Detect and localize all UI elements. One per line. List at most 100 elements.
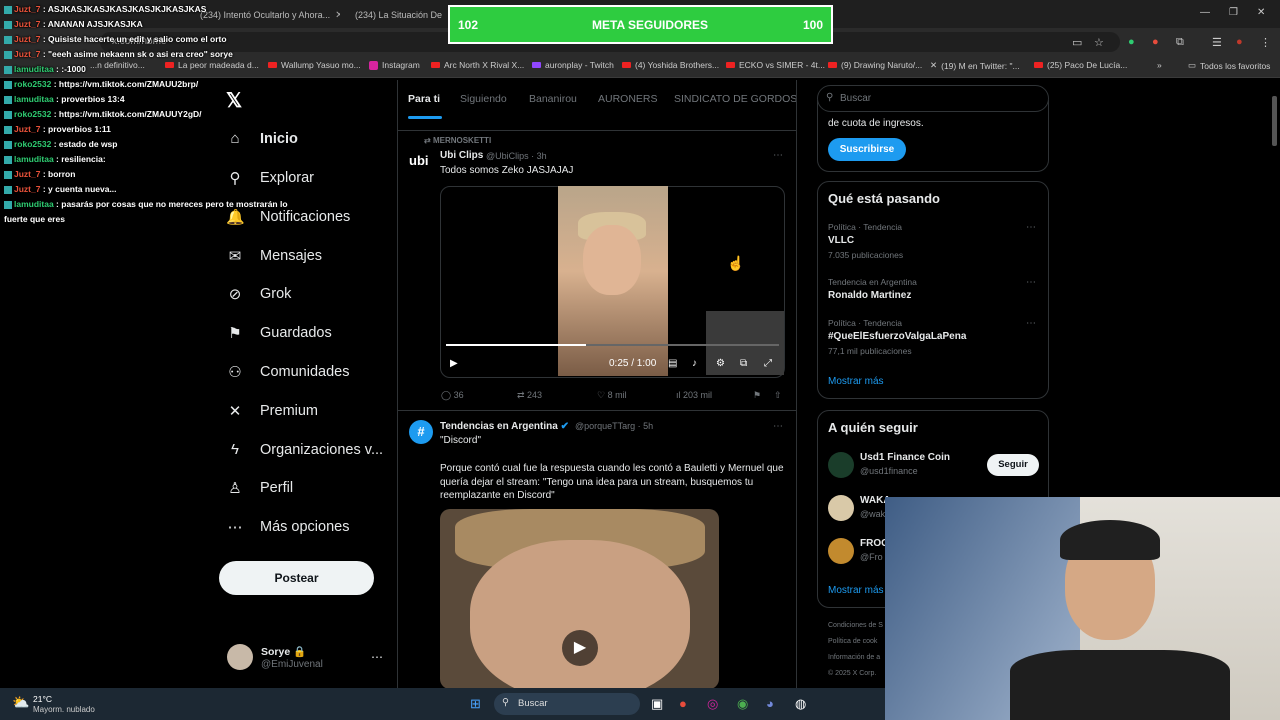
chat-separator: :: [51, 139, 59, 149]
goal-target: 100: [802, 18, 823, 32]
avatar[interactable]: ubi: [409, 153, 433, 177]
pip-icon[interactable]: ⧉: [740, 358, 747, 369]
bookmark[interactable]: Instagram: [369, 60, 420, 70]
show-more-link[interactable]: Mostrar más: [828, 376, 884, 387]
avatar[interactable]: [828, 538, 854, 564]
minimize-icon[interactable]: —: [1200, 7, 1210, 18]
more-icon[interactable]: ⋯: [1026, 277, 1036, 288]
x-icon: ✕: [930, 60, 938, 70]
close-icon[interactable]: ✕: [335, 10, 340, 21]
trend-name[interactable]: #QueElEsfuerzoValgaLaPena: [828, 331, 966, 342]
bookmark-icon[interactable]: ⚑: [753, 390, 761, 401]
subscribe-button[interactable]: Suscribirse: [828, 138, 906, 161]
instagram-icon[interactable]: ◎: [707, 696, 718, 712]
video-frame: [583, 225, 641, 295]
like-button[interactable]: ♡ 8 mil: [597, 390, 627, 401]
show-more-link[interactable]: Mostrar más: [828, 585, 884, 596]
sidebar-item-organizaciones[interactable]: ϟ Organizaciones v...: [226, 441, 383, 458]
discord-icon[interactable]: ◕: [766, 696, 774, 711]
bookmark[interactable]: ✕ (19) M en Twitter: "...: [930, 60, 1020, 71]
bookmark[interactable]: auronplay - Twitch: [532, 60, 614, 70]
more-icon[interactable]: ⋯: [773, 150, 783, 161]
footer-link[interactable]: Política de cook: [828, 638, 877, 645]
tab-auroners[interactable]: AURONERS: [598, 93, 658, 105]
post-quote: "Discord": [440, 435, 481, 446]
play-icon[interactable]: ▶: [450, 358, 458, 369]
close-window-icon[interactable]: ✕: [1257, 7, 1265, 18]
task-view-icon[interactable]: ▣: [651, 696, 663, 712]
bookmark[interactable]: ECKO vs SIMER - 4t...: [726, 60, 825, 70]
taskbar-search[interactable]: ⚲ Buscar: [494, 693, 640, 715]
author-handle[interactable]: @porqueTTarg · 5h: [575, 421, 653, 431]
captions-icon[interactable]: ▤: [668, 358, 677, 369]
bookmark[interactable]: (9) Drawing Naruto/...: [828, 60, 922, 70]
author-name[interactable]: Tendencias en Argentina ✔: [440, 421, 569, 432]
bookmark-icon: ⚑: [228, 325, 242, 342]
fullscreen-icon[interactable]: ⤢: [764, 358, 772, 369]
more-icon[interactable]: ⋯: [371, 650, 383, 664]
more-icon[interactable]: ⋯: [1026, 318, 1036, 329]
menu-icon[interactable]: ⋮: [1260, 36, 1271, 49]
browser-tab[interactable]: (234) La Situación De M...: [350, 4, 445, 26]
tab-siguiendo[interactable]: Siguiendo: [460, 93, 507, 105]
account-name[interactable]: Sorye 🔒: [261, 645, 306, 658]
star-icon[interactable]: ☆: [1094, 36, 1104, 49]
views-button[interactable]: ıl 203 mil: [676, 390, 712, 400]
app-icon[interactable]: ◍: [795, 696, 806, 712]
tab-bananirou[interactable]: Bananirou: [529, 93, 577, 105]
bookmark[interactable]: (4) Yoshida Brothers...: [622, 60, 719, 70]
windows-start-icon[interactable]: ⊞: [470, 696, 481, 712]
chat-badge-icon: [4, 170, 12, 179]
footer-link[interactable]: Condiciones de S: [828, 622, 883, 629]
webcam-person: [1060, 520, 1160, 560]
sidebar-item-mensajes[interactable]: ✉ Mensajes: [226, 247, 322, 265]
scrollbar[interactable]: [1272, 96, 1277, 146]
trend-name[interactable]: Ronaldo Martinez: [828, 290, 911, 301]
follow-button[interactable]: Seguir: [987, 454, 1039, 476]
tab-para-ti[interactable]: Para ti: [408, 93, 440, 105]
chevron-right-icon[interactable]: »: [1157, 60, 1162, 70]
bookmark[interactable]: (25) Paco De Lucía...: [1034, 60, 1127, 70]
sidebar-item-perfil[interactable]: ♙ Perfil: [226, 479, 293, 497]
more-icon[interactable]: ⋯: [773, 421, 783, 432]
reply-button[interactable]: ◯ 36: [441, 390, 464, 401]
footer-link[interactable]: Información de a: [828, 654, 880, 661]
follow-name[interactable]: Usd1 Finance Coin: [860, 452, 950, 463]
chat-badge-icon: [4, 125, 12, 134]
chrome-icon[interactable]: ◉: [737, 696, 748, 712]
weather-icon[interactable]: ⛅: [12, 694, 29, 711]
extension-icon[interactable]: ●: [1128, 36, 1135, 48]
author-handle[interactable]: @UbiClips · 3h: [486, 151, 547, 161]
sidebar-item-mas-opciones[interactable]: ⋯ Más opciones: [226, 518, 350, 536]
app-icon[interactable]: ●: [679, 696, 687, 711]
more-icon[interactable]: ⋯: [1026, 222, 1036, 233]
chat-badge-icon: [4, 80, 12, 89]
share-icon[interactable]: ⇧: [774, 390, 782, 401]
sidebar-item-grok[interactable]: ⊘ Grok: [226, 285, 292, 303]
sidebar-item-comunidades[interactable]: ⚇ Comunidades: [226, 363, 349, 381]
profile-icon[interactable]: ●: [1236, 36, 1243, 48]
repost-button[interactable]: ⇄ 243: [517, 390, 542, 401]
all-bookmarks[interactable]: ▭ Todos los favoritos: [1188, 60, 1270, 71]
cast-icon[interactable]: ▭: [1072, 36, 1082, 49]
weather-temp[interactable]: 21°C: [33, 694, 52, 704]
post-button[interactable]: Postear: [219, 561, 374, 595]
author-name[interactable]: Ubi Clips: [440, 150, 483, 161]
trend-name[interactable]: VLLC: [828, 235, 854, 246]
media-icon[interactable]: ☰: [1212, 36, 1222, 49]
volume-icon[interactable]: ♪: [692, 358, 697, 369]
sidebar-item-premium[interactable]: ✕ Premium: [226, 402, 318, 420]
extension-icon[interactable]: ●: [1152, 36, 1159, 48]
extensions-icon[interactable]: ⧉: [1176, 36, 1184, 49]
settings-icon[interactable]: ⚙: [716, 358, 725, 369]
avatar[interactable]: [828, 452, 854, 478]
avatar[interactable]: #: [409, 420, 433, 444]
maximize-icon[interactable]: ❐: [1229, 7, 1238, 18]
tab-sindicato[interactable]: SINDICATO DE GORDOS V: [674, 93, 796, 105]
sidebar-item-guardados[interactable]: ⚑ Guardados: [226, 324, 331, 342]
avatar[interactable]: [828, 495, 854, 521]
avatar[interactable]: [227, 644, 253, 670]
account-handle[interactable]: @EmiJuvenal: [261, 659, 323, 670]
bookmark[interactable]: Arc North X Rival X...: [431, 60, 524, 70]
play-icon[interactable]: ▶: [562, 630, 598, 666]
